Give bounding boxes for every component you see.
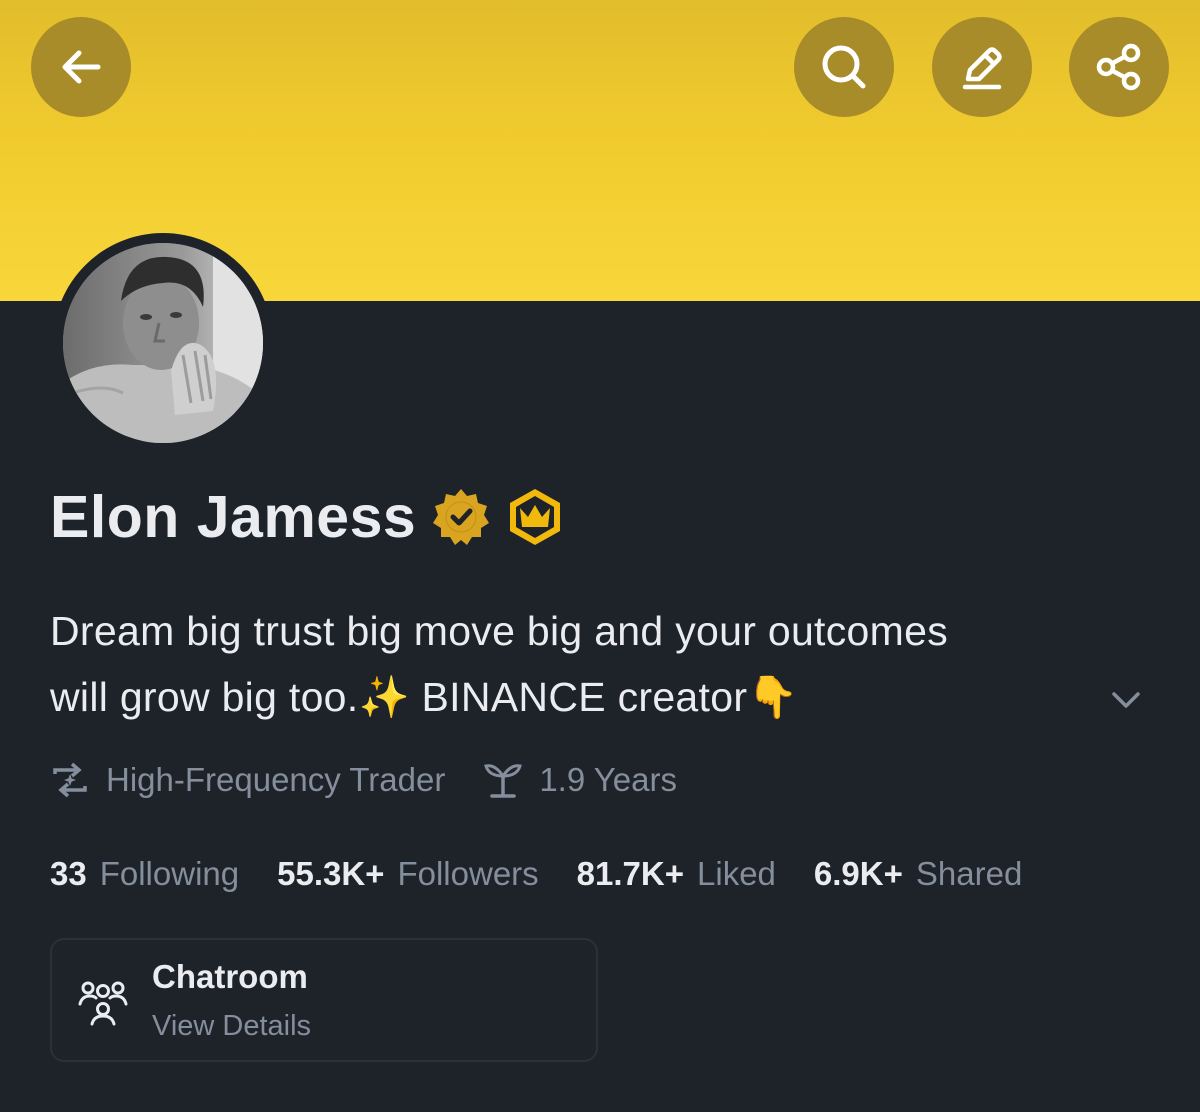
profile-name: Elon Jamess — [50, 484, 417, 550]
trader-type-label: High-Frequency Trader — [106, 761, 446, 798]
share-icon — [1096, 43, 1141, 91]
trader-exchange-icon — [53, 762, 87, 798]
stat-label: Followers — [397, 855, 539, 892]
verified-badge-icon[interactable] — [430, 486, 492, 548]
trader-type: High-Frequency Trader — [50, 760, 445, 800]
group-chat-icon — [78, 981, 128, 1026]
search-icon — [822, 45, 866, 89]
account-tenure: 1.9 Years — [483, 760, 677, 800]
stat-label: Shared — [915, 855, 1023, 892]
profile-page: Elon Jamess Dream big trust big move big… — [0, 0, 1200, 1112]
stat-label: Following — [99, 855, 240, 892]
stat-value: 33 — [50, 855, 87, 892]
stat-value: 81.7K+ — [576, 855, 685, 892]
profile-name-row: Elon Jamess — [50, 482, 564, 552]
profile-stats-row: 33 Following 55.3K+ Followers 81.7K+ Lik… — [50, 848, 1022, 900]
tenure-label: 1.9 Years — [539, 761, 677, 798]
search-button[interactable] — [794, 17, 894, 117]
avatar[interactable] — [63, 243, 263, 443]
avatar-frame — [53, 233, 273, 453]
chatroom-title: Chatroom — [152, 958, 308, 995]
stat-shared[interactable]: 6.9K+ Shared — [814, 855, 1022, 893]
stat-following[interactable]: 33 Following — [50, 855, 239, 893]
chatroom-card[interactable]: Chatroom View Details — [50, 938, 598, 1062]
stat-label: Liked — [697, 855, 776, 892]
stat-followers[interactable]: 55.3K+ Followers — [277, 855, 539, 893]
stat-value: 55.3K+ — [277, 855, 385, 892]
profile-meta-row: High-Frequency Trader 1.9 Years — [50, 752, 677, 808]
avatar-photo — [63, 243, 263, 443]
stat-liked[interactable]: 81.7K+ Liked — [577, 855, 776, 893]
edit-icon — [962, 47, 1002, 90]
profile-bio: Dream big trust big move big and your ou… — [50, 598, 1130, 730]
stat-value: 6.9K+ — [813, 855, 903, 892]
bio-line-2: will grow big too.✨ BINANCE creator👇 — [50, 674, 799, 720]
bio-expand-button[interactable] — [1106, 686, 1146, 716]
edit-profile-button[interactable] — [932, 17, 1032, 117]
chevron-down-icon — [1112, 692, 1140, 708]
share-button[interactable] — [1069, 17, 1169, 117]
bio-line-1: Dream big trust big move big and your ou… — [50, 608, 949, 654]
back-button[interactable] — [31, 17, 131, 117]
back-arrow-icon — [62, 50, 101, 84]
crown-badge-icon[interactable] — [506, 486, 564, 548]
chatroom-view-details[interactable]: View Details — [152, 1010, 311, 1043]
sprout-icon — [484, 764, 523, 798]
